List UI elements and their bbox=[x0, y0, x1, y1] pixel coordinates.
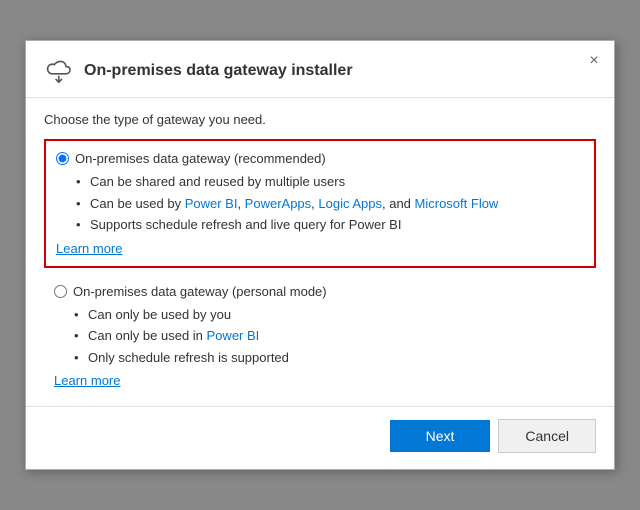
gateway-installer-dialog: On-premises data gateway installer × Cho… bbox=[25, 40, 615, 470]
dialog-title: On-premises data gateway installer bbox=[84, 62, 353, 80]
option2-bullet-2: Can only be used in Power BI bbox=[74, 326, 584, 346]
dialog-body: Choose the type of gateway you need. On-… bbox=[26, 98, 614, 406]
option2-box: On-premises data gateway (personal mode)… bbox=[44, 282, 596, 391]
option2-bullet-list: Can only be used by you Can only be used… bbox=[54, 305, 584, 368]
dialog-subtitle: Choose the type of gateway you need. bbox=[44, 112, 596, 127]
close-button[interactable]: × bbox=[584, 51, 604, 71]
option1-bullet-3: Supports schedule refresh and live query… bbox=[76, 215, 582, 235]
option2-radio-label[interactable]: On-premises data gateway (personal mode) bbox=[54, 284, 584, 299]
option1-box: On-premises data gateway (recommended) C… bbox=[44, 139, 596, 268]
option2-radio[interactable] bbox=[54, 285, 67, 298]
option2-learn-more-link[interactable]: Learn more bbox=[54, 373, 120, 388]
option1-bullet-1: Can be shared and reused by multiple use… bbox=[76, 172, 582, 192]
cloud-icon bbox=[42, 55, 74, 87]
option2-bullet-3: Only schedule refresh is supported bbox=[74, 348, 584, 368]
cancel-button[interactable]: Cancel bbox=[498, 419, 596, 453]
option1-bullet-list: Can be shared and reused by multiple use… bbox=[56, 172, 582, 235]
option1-learn-more-link[interactable]: Learn more bbox=[56, 241, 122, 256]
dialog-footer: Next Cancel bbox=[26, 406, 614, 469]
option2-bullet-1: Can only be used by you bbox=[74, 305, 584, 325]
next-button[interactable]: Next bbox=[390, 420, 491, 452]
title-bar: On-premises data gateway installer × bbox=[26, 41, 614, 98]
option1-bullet-2: Can be used by Power BI, PowerApps, Logi… bbox=[76, 194, 582, 214]
option1-radio-label[interactable]: On-premises data gateway (recommended) bbox=[56, 151, 582, 166]
option2-label: On-premises data gateway (personal mode) bbox=[73, 284, 327, 299]
option1-label: On-premises data gateway (recommended) bbox=[75, 151, 326, 166]
option1-radio[interactable] bbox=[56, 152, 69, 165]
